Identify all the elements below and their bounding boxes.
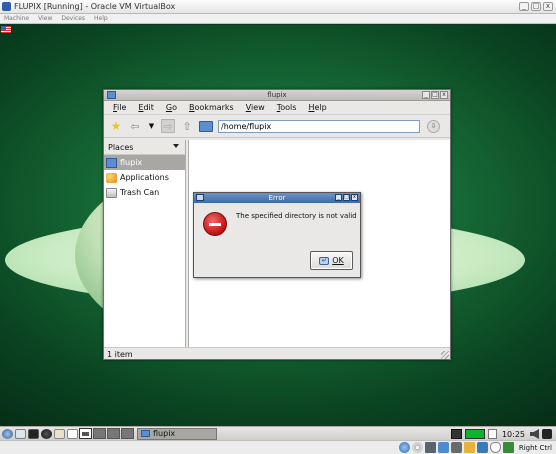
applications-icon	[106, 172, 117, 183]
sidebar-item-label: Trash Can	[120, 188, 160, 197]
location-path-input[interactable]: /home/flupix	[218, 119, 420, 133]
menu-file[interactable]: File	[113, 103, 126, 112]
vbox-window-title: FLUPIX [Running] - Oracle VM VirtualBox	[14, 2, 176, 11]
sidebar-item-applications[interactable]: Applications	[104, 170, 185, 185]
file-manager-statusbar: 1 item	[104, 347, 450, 360]
ok-arrow-icon: ↵	[319, 256, 330, 265]
trash-icon	[106, 187, 117, 198]
lock-screen-icon[interactable]	[54, 428, 65, 439]
dialog-minimize-button[interactable]: _	[335, 194, 342, 201]
folder-icon	[141, 430, 150, 437]
floppy-icon[interactable]	[424, 442, 436, 453]
forward-arrow-icon[interactable]: ⇨	[161, 119, 175, 133]
vbox-menu-devices[interactable]: Devices	[61, 15, 85, 22]
places-sidebar: Places flupix Applications Trash Can	[104, 140, 186, 347]
system-tray: 10:25	[450, 428, 552, 440]
terminal-launcher-icon[interactable]	[28, 428, 39, 439]
places-dropdown[interactable]: Places	[104, 140, 185, 155]
logout-icon[interactable]	[542, 429, 552, 439]
vbox-window-controls: _ □ x	[519, 2, 553, 11]
taskbar-item-flupix[interactable]: flupix	[137, 427, 217, 440]
vbox-titlebar: FLUPIX [Running] - Oracle VM VirtualBox …	[0, 0, 556, 14]
menu-bookmarks[interactable]: Bookmarks	[189, 103, 234, 112]
workspace-4-button[interactable]	[121, 428, 134, 439]
file-manager-launcher-icon[interactable]	[15, 428, 26, 439]
folder-icon	[107, 91, 116, 99]
vbox-menu-help[interactable]: Help	[94, 15, 108, 22]
menu-edit[interactable]: Edit	[138, 103, 154, 112]
error-dialog-title: Error	[268, 194, 286, 202]
volume-icon[interactable]	[530, 429, 539, 439]
error-dialog-titlebar[interactable]: Error _ □ x	[194, 193, 360, 203]
start-menu-icon[interactable]	[2, 428, 13, 439]
error-dialog: Error _ □ x The specified directory is n…	[193, 192, 361, 278]
ok-button-label: OK	[332, 256, 344, 265]
shared-folders-icon[interactable]	[463, 442, 475, 453]
ok-button[interactable]: ↵ OK	[310, 251, 353, 270]
optical-drive-icon[interactable]	[411, 442, 423, 453]
sidebar-item-trash[interactable]: Trash Can	[104, 185, 185, 200]
dialog-app-icon	[196, 194, 204, 201]
vbox-minimize-button[interactable]: _	[519, 2, 529, 11]
file-manager-toolbar: ★ ⇦ ▼ ⇨ ⇧ /home/flupix ⇩	[104, 115, 450, 138]
network-adapter-icon[interactable]	[437, 442, 449, 453]
fm-close-button[interactable]: x	[440, 91, 448, 99]
menu-help[interactable]: Help	[308, 103, 326, 112]
browser-launcher-icon[interactable]	[41, 428, 52, 439]
history-dropdown-icon[interactable]: ▼	[147, 119, 156, 133]
file-manager-titlebar[interactable]: flupix _ □ x	[104, 90, 450, 101]
menu-tools[interactable]: Tools	[277, 103, 297, 112]
sidebar-item-home[interactable]: flupix	[104, 155, 185, 170]
vbox-menu-machine[interactable]: Machine	[4, 15, 29, 22]
home-folder-icon	[106, 157, 117, 168]
vbox-menu-view[interactable]: View	[38, 15, 52, 22]
vbox-close-button[interactable]: x	[543, 2, 553, 11]
fm-minimize-button[interactable]: _	[422, 91, 430, 99]
guest-taskbar: flupix 10:25	[0, 426, 556, 440]
up-arrow-icon[interactable]: ⇧	[180, 119, 194, 133]
host-key-label: Right Ctrl	[518, 443, 552, 452]
workspace-2-button[interactable]	[93, 428, 106, 439]
file-manager-window-controls: _ □ x	[422, 91, 448, 99]
error-dialog-window-controls: _ □ x	[335, 194, 358, 201]
vbox-maximize-button[interactable]: □	[531, 2, 541, 11]
menu-go[interactable]: Go	[166, 103, 177, 112]
taskbar-item-label: flupix	[153, 429, 176, 438]
fm-maximize-button[interactable]: □	[431, 91, 439, 99]
error-stop-icon	[203, 212, 227, 236]
vbox-statusbar: Right Ctrl	[0, 440, 556, 454]
memory-monitor-icon[interactable]	[487, 429, 497, 439]
go-button-icon[interactable]: ⇩	[427, 119, 440, 133]
keyboard-capture-icon[interactable]	[502, 442, 514, 453]
workspace-3-button[interactable]	[107, 428, 120, 439]
menu-view[interactable]: View	[246, 103, 265, 112]
keyboard-layout-flag-icon[interactable]	[1, 26, 11, 33]
places-header-label: Places	[108, 142, 134, 152]
new-bookmark-star-icon[interactable]: ★	[109, 119, 123, 133]
vbox-menubar: Machine View Devices Help	[0, 14, 556, 24]
clock[interactable]: 10:25	[502, 430, 525, 439]
error-message: The specified directory is not valid	[236, 212, 357, 220]
location-folder-icon	[199, 120, 213, 132]
hard-disk-icon[interactable]	[398, 442, 410, 453]
workspace-1-button[interactable]	[79, 428, 92, 439]
network-monitor-icon[interactable]	[450, 429, 462, 439]
capture-icon[interactable]	[476, 442, 488, 453]
file-manager-title: flupix	[267, 91, 287, 99]
back-arrow-icon[interactable]: ⇦	[128, 119, 142, 133]
dialog-maximize-button[interactable]: □	[343, 194, 350, 201]
chevron-down-icon	[173, 144, 179, 148]
mouse-integration-icon[interactable]	[489, 442, 501, 453]
show-desktop-icon[interactable]	[67, 428, 78, 439]
usb-icon[interactable]	[450, 442, 462, 453]
file-manager-menubar: File Edit Go Bookmarks View Tools Help	[104, 101, 450, 115]
status-item-count: 1 item	[107, 349, 133, 359]
sidebar-item-label: flupix	[120, 158, 143, 167]
virtualbox-icon	[2, 2, 11, 11]
resize-grip-icon[interactable]	[441, 351, 449, 359]
dialog-close-button[interactable]: x	[351, 194, 358, 201]
cpu-monitor-icon[interactable]	[464, 429, 485, 439]
sidebar-item-label: Applications	[120, 173, 169, 182]
